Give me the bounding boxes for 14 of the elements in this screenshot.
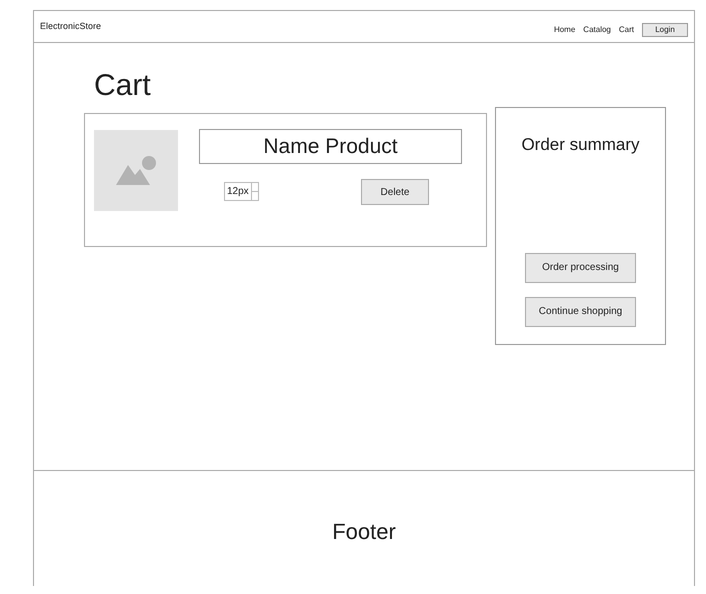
mountain-image-icon: [114, 154, 158, 186]
summary-button[interactable]: Continue shopping: [525, 296, 636, 326]
delete-button[interactable]: Delete: [361, 179, 429, 205]
nav-link[interactable]: Catalog: [583, 24, 611, 36]
product-name: Name Product: [199, 129, 462, 164]
nav-link[interactable]: Home: [554, 24, 576, 36]
login-button[interactable]: Login: [642, 23, 688, 37]
brand-name: ElectronicStore: [40, 20, 102, 33]
summary-button[interactable]: Order processing: [525, 252, 636, 282]
page-title: Cart: [94, 71, 151, 101]
footer-text: Footer: [332, 518, 396, 546]
size-spinner[interactable]: 12px: [224, 182, 259, 201]
order-summary-title: Order summary: [521, 134, 640, 156]
nav-link[interactable]: Cart: [618, 24, 634, 36]
